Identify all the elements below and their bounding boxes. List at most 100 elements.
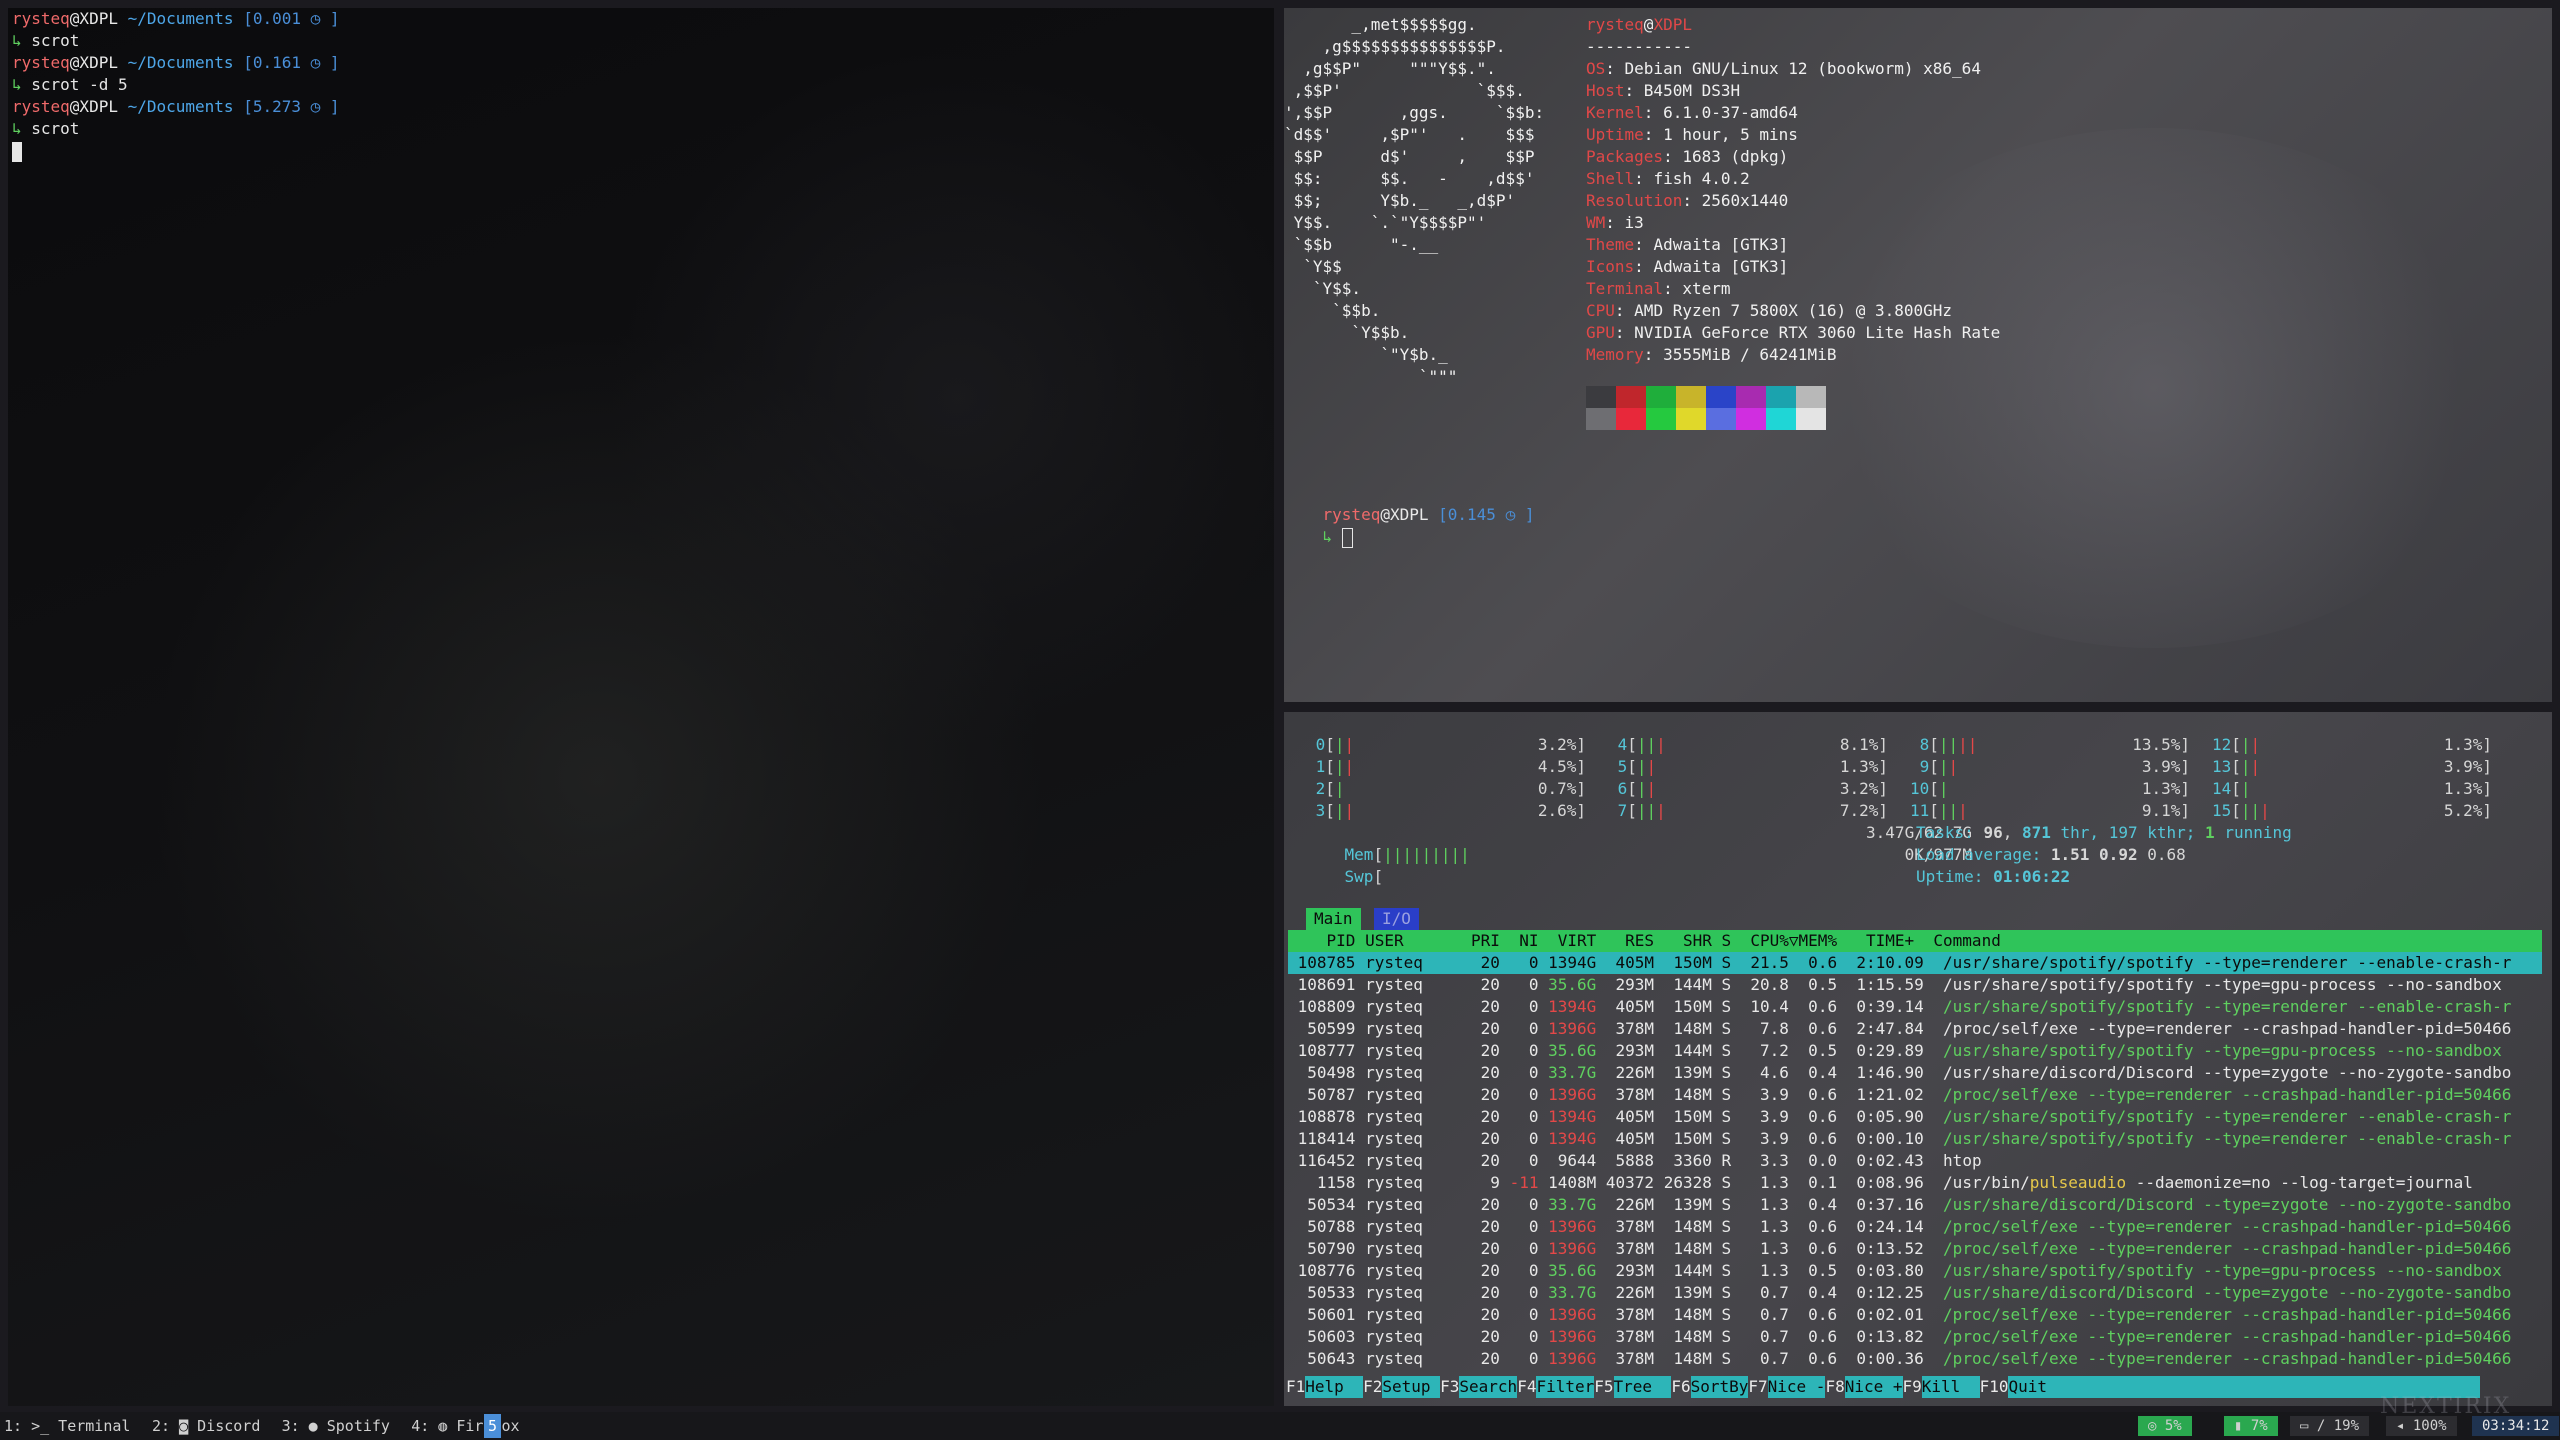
- process-command: /usr/share/spotify/spotify --type=gpu-pr…: [1943, 1261, 2502, 1280]
- function-key[interactable]: F5: [1594, 1376, 1613, 1398]
- cpu-percent: 9.1%]: [2141, 801, 2190, 820]
- process-row[interactable]: 108691 rysteq 20 0 35.6G 293M 144M S 20.…: [1288, 974, 2542, 996]
- process-row[interactable]: 50533 rysteq 20 0 33.7G 226M 139M S 0.7 …: [1288, 1282, 2542, 1304]
- workspace-button[interactable]: 2: ◙ Discord: [152, 1412, 260, 1440]
- function-key[interactable]: F9: [1903, 1376, 1922, 1398]
- info-host: XDPL: [1653, 15, 1692, 34]
- process-command: /usr/share/spotify/spotify --type=render…: [1943, 953, 2512, 972]
- status-indicator: ▮ 7%: [2224, 1416, 2278, 1436]
- logo-line: `d$$' ,$P"' . $$$: [1284, 125, 1535, 144]
- process-row[interactable]: 50790 rysteq 20 0 1396G 378M 148M S 1.3 …: [1288, 1238, 2542, 1260]
- process-row[interactable]: 116452 rysteq 20 0 9644 5888 3360 R 3.3 …: [1288, 1150, 2542, 1172]
- function-key-label[interactable]: Nice +: [1844, 1376, 1903, 1398]
- process-table-header[interactable]: PID USER PRI NI VIRT RES SHR S CPU%▽MEM%…: [1288, 930, 2542, 952]
- function-key-label[interactable]: Kill: [1921, 1376, 1980, 1398]
- process-command: /usr/share/spotify/spotify --type=render…: [1943, 997, 2512, 1016]
- cpu-percent: 3.9%]: [2141, 757, 2190, 776]
- left-terminal-window[interactable]: rysteq@XDPL ~/Documents [0.001 ◷ ] ↳ scro…: [8, 8, 1274, 1406]
- workspace-button-active[interactable]: 5: [484, 1414, 502, 1438]
- function-key[interactable]: F4: [1517, 1376, 1536, 1398]
- function-key[interactable]: F8: [1825, 1376, 1844, 1398]
- process-row[interactable]: 50787 rysteq 20 0 1396G 378M 148M S 3.9 …: [1288, 1084, 2542, 1106]
- process-row[interactable]: 118414 rysteq 20 0 1394G 405M 150M S 3.9…: [1288, 1128, 2542, 1150]
- process-command: /proc/self/exe --type=renderer --crashpa…: [1943, 1305, 2512, 1324]
- function-key[interactable]: F2: [1363, 1376, 1382, 1398]
- info-key: Icons: [1586, 257, 1635, 276]
- process-row[interactable]: 1158 rysteq 9 -11 1408M 40372 26328 S 1.…: [1288, 1172, 2542, 1194]
- process-row[interactable]: 108878 rysteq 20 0 1394G 405M 150M S 3.9…: [1288, 1106, 2542, 1128]
- htop-terminal-window[interactable]: 0[|| 3.2%] 1[|| 4.5%] 2[| 0.7%] 3[|| 2.6%] 4…: [1284, 712, 2552, 1406]
- process-row[interactable]: 108785 rysteq 20 0 1394G 405M 150M S 21.…: [1288, 952, 2542, 974]
- process-row[interactable]: 50599 rysteq 20 0 1396G 378M 148M S 7.8 …: [1288, 1018, 2542, 1040]
- prompt-arrow-icon: ↳: [12, 75, 32, 94]
- command-line: ↳ scrot: [12, 30, 79, 52]
- status-icon: ◎: [2148, 1418, 2165, 1434]
- function-key-label[interactable]: Filter: [1536, 1376, 1595, 1398]
- process-command: /proc/self/exe --type=renderer --crashpa…: [1943, 1085, 2512, 1104]
- function-key[interactable]: F10: [1980, 1376, 2009, 1398]
- process-row[interactable]: 50534 rysteq 20 0 33.7G 226M 139M S 1.3 …: [1288, 1194, 2542, 1216]
- logo-line: `$$b "-.__: [1284, 235, 1439, 254]
- color-swatch: [1766, 408, 1796, 430]
- process-row[interactable]: 108809 rysteq 20 0 1394G 405M 150M S 10.…: [1288, 996, 2542, 1018]
- process-row[interactable]: 50498 rysteq 20 0 33.7G 226M 139M S 4.6 …: [1288, 1062, 2542, 1084]
- function-key-bar[interactable]: F1 Help F2 Setup F3 Search F4 Filter F5 Tree F6…: [1286, 1376, 2481, 1398]
- function-key[interactable]: F1: [1286, 1376, 1305, 1398]
- color-palette: [1586, 386, 1826, 430]
- prompt-user: rysteq: [12, 97, 70, 116]
- process-row[interactable]: 50643 rysteq 20 0 1396G 378M 148M S 0.7 …: [1288, 1348, 2542, 1370]
- cpu-percent: 5.2%]: [2443, 801, 2492, 820]
- workspace-button[interactable]: 4: ◍ Firefox: [411, 1412, 519, 1440]
- function-key[interactable]: F7: [1748, 1376, 1767, 1398]
- function-key-label[interactable]: Nice -: [1767, 1376, 1826, 1398]
- cpu-id: 4: [1608, 735, 1628, 754]
- cpu-meter: 8[||||: [1910, 735, 1978, 754]
- function-key-label[interactable]: Help: [1305, 1376, 1364, 1398]
- logo-line: `""": [1284, 367, 1458, 386]
- process-command: /proc/self/exe --type=renderer --crashpa…: [1943, 1349, 2512, 1368]
- function-key[interactable]: F6: [1671, 1376, 1690, 1398]
- tab-io[interactable]: I/O: [1374, 908, 1419, 930]
- prompt-duration: [5.273 ◷ ]: [243, 97, 340, 116]
- shell-prompt: rysteq@XDPL [0.145 ◷ ]: [1322, 505, 1535, 524]
- prompt-duration: [0.145 ◷ ]: [1438, 505, 1535, 524]
- neofetch-terminal-window[interactable]: _,met$$$$$gg. ,g$$$$$$$$$$$$$$$P. ,g$$P"…: [1284, 8, 2552, 702]
- cpu-meter: 6[||: [1608, 779, 1657, 798]
- info-field: WM: i3: [1586, 213, 1644, 232]
- process-row[interactable]: 50788 rysteq 20 0 1396G 378M 148M S 1.3 …: [1288, 1216, 2542, 1238]
- info-key: CPU: [1586, 301, 1615, 320]
- function-key-label[interactable]: Tree: [1613, 1376, 1672, 1398]
- shell-input-line[interactable]: [12, 140, 22, 162]
- cpu-meter: 12[||: [2212, 735, 2261, 754]
- workspace-button[interactable]: 3: ● Spotify: [282, 1412, 390, 1440]
- prompt-duration: [0.001 ◷ ]: [243, 9, 340, 28]
- process-row[interactable]: 50603 rysteq 20 0 1396G 378M 148M S 0.7 …: [1288, 1326, 2542, 1348]
- tab-main[interactable]: Main: [1306, 908, 1361, 930]
- shell-input-line[interactable]: ↳: [1284, 504, 1353, 548]
- info-field: Packages: 1683 (dpkg): [1586, 147, 1789, 166]
- info-field: Uptime: 1 hour, 5 mins: [1586, 125, 1798, 144]
- function-key[interactable]: F3: [1440, 1376, 1459, 1398]
- function-key-label[interactable]: SortBy: [1690, 1376, 1749, 1398]
- workspace-button[interactable]: 1: >_ Terminal: [4, 1412, 130, 1440]
- info-key: Uptime: [1586, 125, 1644, 144]
- prompt-user: rysteq: [12, 53, 70, 72]
- status-indicator: ◂ 100%: [2386, 1416, 2457, 1436]
- function-key-label[interactable]: Search: [1459, 1376, 1518, 1398]
- function-key-label[interactable]: Setup: [1382, 1376, 1441, 1398]
- status-icon: ▮: [2234, 1418, 2251, 1434]
- cpu-percent: 1.3%]: [1839, 757, 1888, 776]
- logo-line: `Y$$: [1284, 257, 1342, 276]
- info-field: Shell: fish 4.0.2: [1586, 169, 1750, 188]
- process-row[interactable]: 108776 rysteq 20 0 35.6G 293M 144M S 1.3…: [1288, 1260, 2542, 1282]
- prompt-arrow-icon: ↳: [1322, 527, 1333, 546]
- color-swatch: [1646, 386, 1676, 408]
- info-user: rysteq: [1586, 15, 1644, 34]
- process-row[interactable]: 50601 rysteq 20 0 1396G 378M 148M S 0.7 …: [1288, 1304, 2542, 1326]
- color-swatch: [1736, 408, 1766, 430]
- text-cursor: [1341, 527, 1353, 548]
- prompt-user: rysteq: [12, 9, 70, 28]
- cpu-meter: 11[|||: [1910, 801, 1968, 820]
- process-row[interactable]: 108777 rysteq 20 0 35.6G 293M 144M S 7.2…: [1288, 1040, 2542, 1062]
- cpu-percent: 7.2%]: [1839, 801, 1888, 820]
